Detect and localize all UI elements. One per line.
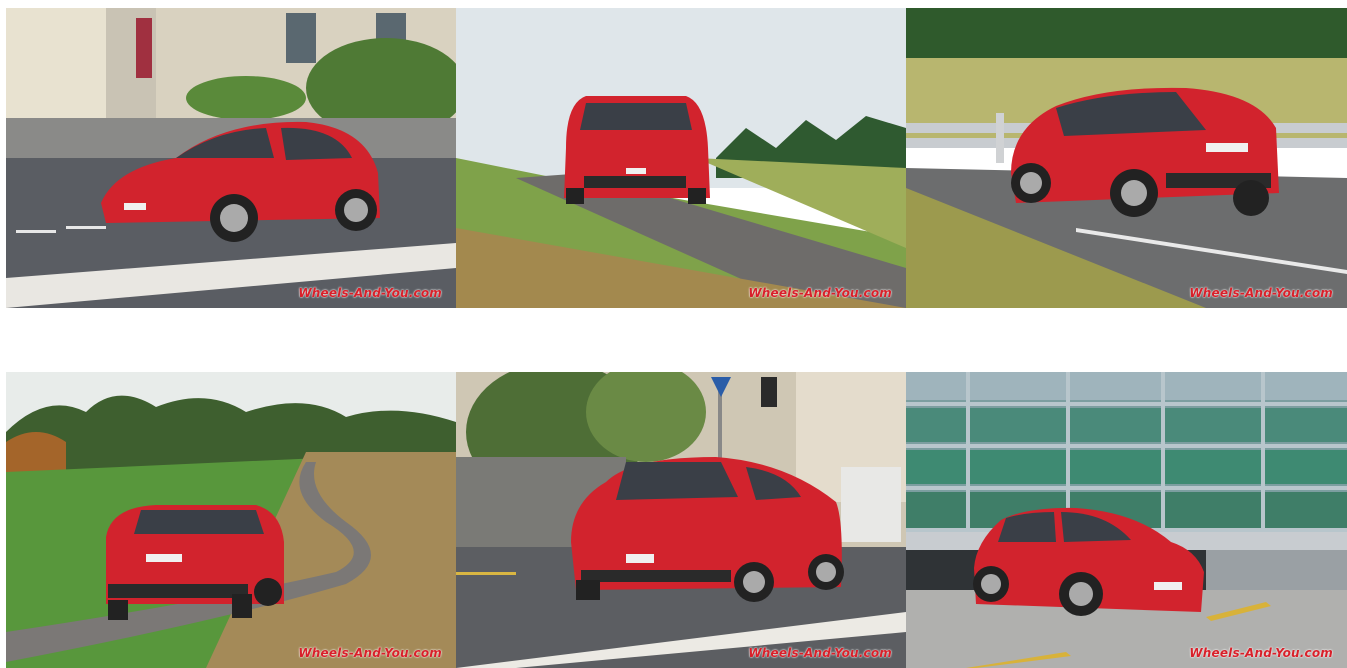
watermark-text: Wheels-And-You.com	[748, 646, 892, 660]
photo-tile-1[interactable]: Wheels-And-You.com	[6, 8, 456, 308]
photo-car-front-street	[6, 8, 456, 308]
photo-tile-6[interactable]: Wheels-And-You.com	[906, 372, 1347, 668]
watermark-text: Wheels-And-You.com	[298, 286, 442, 300]
photo-tile-4[interactable]: Wheels-And-You.com	[6, 372, 456, 668]
photo-car-front-rural	[456, 8, 906, 308]
photo-car-rear-lane	[6, 372, 456, 668]
watermark-text: Wheels-And-You.com	[1189, 286, 1333, 300]
watermark-text: Wheels-And-You.com	[298, 646, 442, 660]
photo-car-front-town	[456, 372, 906, 668]
photo-tile-2[interactable]: Wheels-And-You.com	[456, 8, 906, 308]
photo-car-side-building	[906, 372, 1347, 668]
watermark-text: Wheels-And-You.com	[748, 286, 892, 300]
photo-car-rear-motion	[906, 8, 1347, 308]
watermark-text: Wheels-And-You.com	[1189, 646, 1333, 660]
photo-tile-3[interactable]: Wheels-And-You.com	[906, 8, 1347, 308]
photo-tile-5[interactable]: Wheels-And-You.com	[456, 372, 906, 668]
